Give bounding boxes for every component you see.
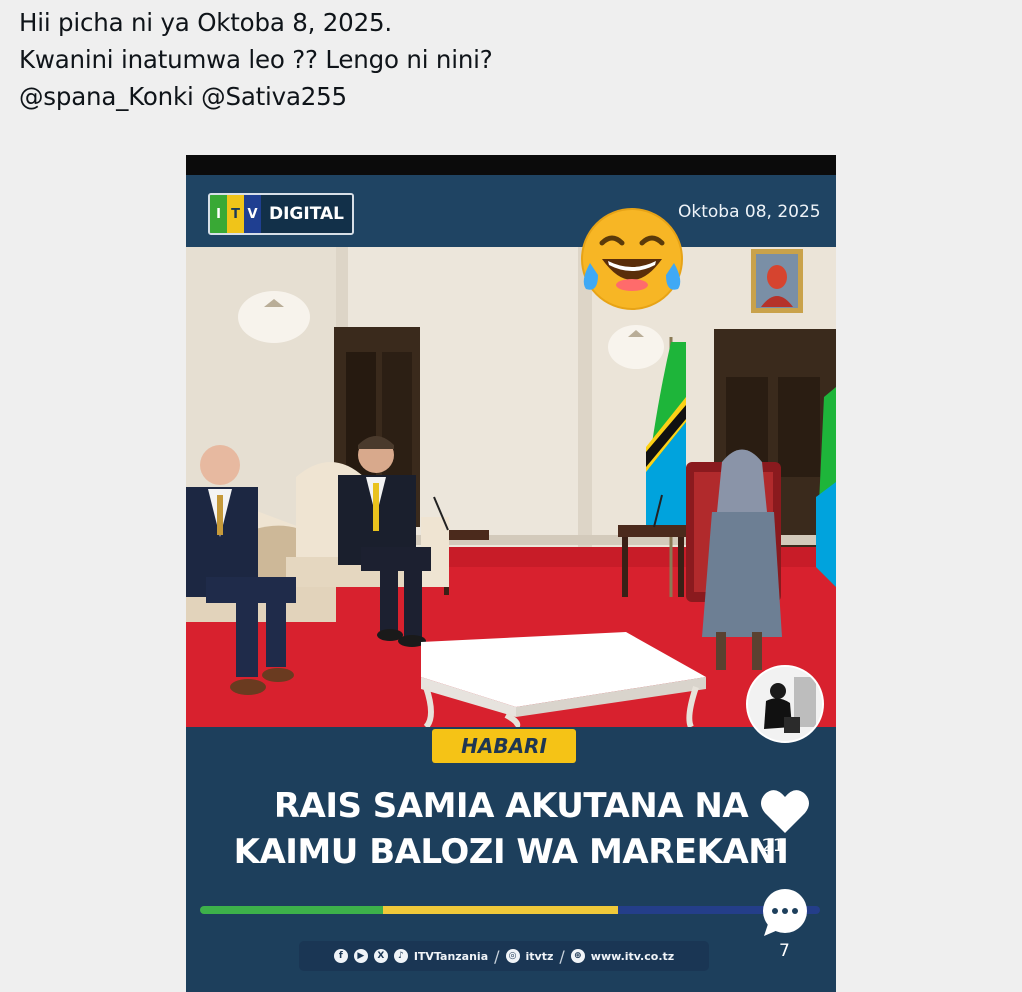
comment-icon[interactable] [760, 888, 810, 938]
habari-badge: HABARI [432, 729, 576, 763]
logo-letter-i: I [210, 195, 227, 233]
x-icon: X [373, 949, 388, 963]
tweet-text: Hii picha ni ya Oktoba 8, 2025. Kwanini … [19, 4, 493, 115]
footer-divider: / [559, 946, 565, 966]
creator-avatar[interactable] [746, 665, 824, 743]
social-footer: f ▶ X ♪ ITVTanzania / ◎ itvtz / ⊕ www.it… [299, 941, 709, 971]
footer-website: www.itv.co.tz [590, 949, 675, 963]
face-with-tears-of-joy-icon [581, 208, 683, 310]
footer-handle-main: ITVTanzania [413, 949, 489, 963]
tiktok-icon: ♪ [393, 949, 408, 963]
itv-digital-logo: I T V DIGITAL [208, 193, 354, 235]
stripe-yellow [383, 906, 618, 914]
meeting-photo [186, 247, 836, 727]
news-headline: RAIS SAMIA AKUTANA NA KAIMU BALOZI WA MA… [186, 783, 836, 875]
logo-digital-label: DIGITAL [261, 195, 352, 233]
tweet-line-3[interactable]: @spana_Konki @Sativa255 [19, 78, 493, 115]
globe-icon: ⊕ [570, 949, 585, 963]
footer-divider: / [494, 946, 500, 966]
stripe-green [200, 906, 383, 914]
headline-line-2: KAIMU BALOZI WA MAREKANI [233, 832, 789, 872]
man-left [200, 445, 240, 485]
comment-count: 7 [779, 941, 790, 961]
heart-icon[interactable] [759, 787, 811, 835]
tweet-line-2: Kwanini inatumwa leo ?? Lengo ni nini? [19, 45, 493, 74]
top-black-bar [186, 155, 836, 175]
post-date: Oktoba 08, 2025 [678, 202, 821, 222]
headline-line-1: RAIS SAMIA AKUTANA NA [273, 786, 749, 826]
youtube-icon: ▶ [353, 949, 368, 963]
like-count: 21 [762, 836, 784, 856]
facebook-icon: f [333, 949, 348, 963]
logo-letter-t: T [227, 195, 244, 233]
tri-color-stripe [200, 906, 820, 914]
footer-handle-ig: itvtz [525, 949, 554, 963]
logo-letter-v: V [244, 195, 261, 233]
tweet-line-1: Hii picha ni ya Oktoba 8, 2025. [19, 8, 392, 37]
attached-image[interactable]: I T V DIGITAL Oktoba 08, 2025 HABARI RAI… [186, 155, 836, 992]
instagram-icon: ◎ [505, 949, 520, 963]
